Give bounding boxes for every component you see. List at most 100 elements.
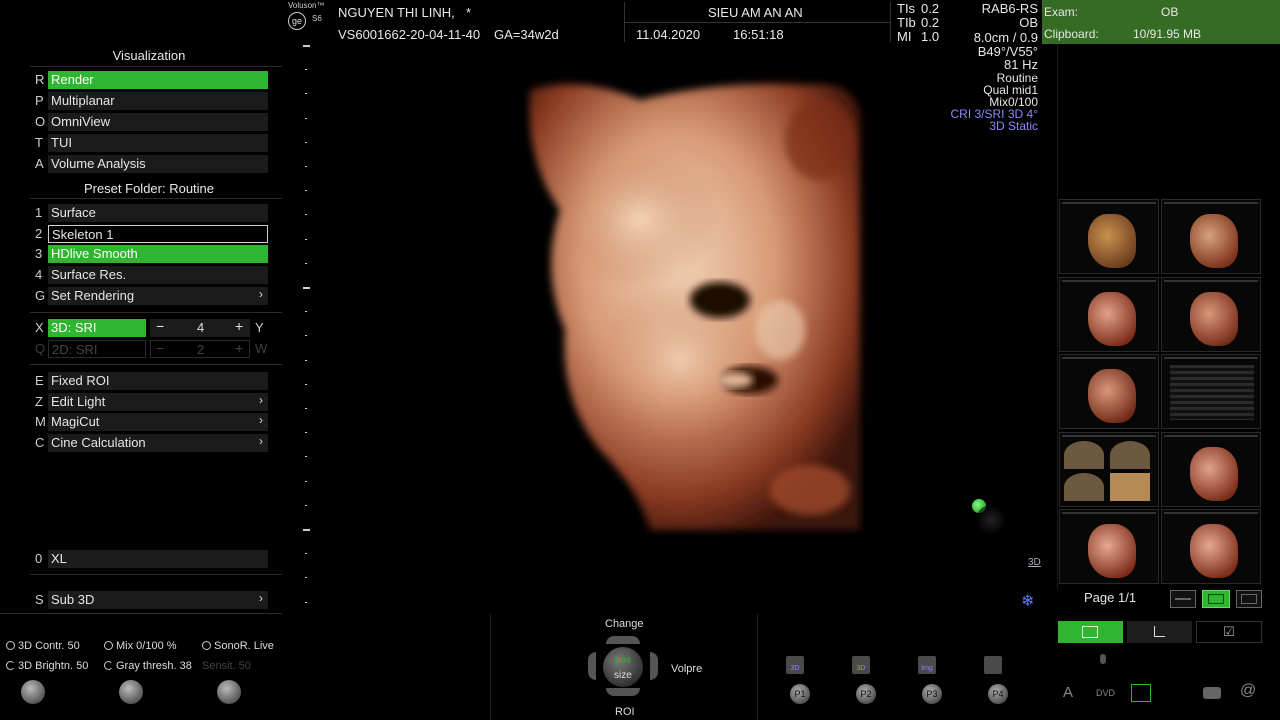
thumbnail-image[interactable] bbox=[1059, 199, 1159, 274]
menu-row-hdlive-smooth[interactable]: 3 HDlive Smooth bbox=[30, 245, 282, 264]
dvd-icon[interactable]: DVD bbox=[1096, 688, 1115, 698]
sub3d-button[interactable]: Sub 3D › bbox=[48, 591, 268, 609]
snowflake-icon[interactable]: ❄ bbox=[1021, 591, 1034, 611]
menu-button[interactable]: Cine Calculation › bbox=[48, 434, 268, 453]
save-icon[interactable]: Img bbox=[918, 656, 936, 674]
menu-button[interactable]: Render bbox=[48, 71, 268, 89]
p1-button[interactable]: P1 bbox=[790, 684, 810, 704]
menu-button[interactable]: Multiplanar bbox=[48, 92, 268, 110]
clipboard-value: 10/91.95 MB bbox=[1133, 27, 1202, 41]
menu-row-edit-light[interactable]: Z Edit Light › bbox=[30, 392, 282, 411]
xl-row[interactable]: 0 XL bbox=[30, 550, 282, 568]
minus-icon[interactable]: − bbox=[156, 318, 164, 334]
render-volume-image[interactable] bbox=[520, 70, 870, 540]
sri-3d-row[interactable]: X 3D: SRI − 4 + Y bbox=[30, 318, 282, 337]
network-icon[interactable] bbox=[1131, 684, 1151, 702]
menu-button[interactable]: Skeleton 1 bbox=[48, 224, 268, 243]
shortcut-key: A bbox=[35, 156, 44, 171]
menu-row-multiplanar[interactable]: P Multiplanar bbox=[30, 92, 282, 110]
menu-button[interactable]: TUI bbox=[48, 134, 268, 152]
menu-button[interactable]: Volume Analysis bbox=[48, 155, 268, 173]
thumbnail-image[interactable] bbox=[1059, 509, 1159, 584]
control-0[interactable]: 3D Contr. 50 bbox=[6, 640, 80, 652]
ruler-tick bbox=[305, 311, 307, 313]
patient-id: VS6001662-20-04-11-40 bbox=[338, 27, 481, 42]
checklist-button[interactable]: ☑ bbox=[1196, 621, 1262, 643]
thumbnail-image[interactable] bbox=[1161, 354, 1261, 429]
menu-button[interactable]: MagiCut › bbox=[48, 413, 268, 432]
menu-button[interactable]: HDlive Smooth bbox=[48, 245, 268, 264]
chart-view-button[interactable] bbox=[1127, 621, 1192, 643]
control-4[interactable]: Gray thresh. 38 bbox=[104, 660, 192, 672]
layout-3x3-button[interactable] bbox=[1236, 590, 1262, 608]
menu-button[interactable]: Set Rendering › bbox=[48, 286, 268, 305]
menu-button[interactable]: OmniView bbox=[48, 113, 268, 131]
sonor-knob[interactable] bbox=[217, 680, 241, 704]
shortcut-key: 2 bbox=[35, 225, 43, 241]
menu-button[interactable]: Surface Res. bbox=[48, 266, 268, 285]
sri-3d-stepper[interactable]: − 4 + bbox=[150, 318, 250, 337]
mix-knob[interactable] bbox=[119, 680, 143, 704]
xl-button[interactable]: XL bbox=[48, 550, 268, 568]
ruler-tick bbox=[305, 93, 307, 95]
shortcut-key: 4 bbox=[35, 267, 43, 283]
sri-3d-value: 4 bbox=[197, 320, 205, 335]
ruler-tick bbox=[305, 480, 307, 482]
thumbnail-image[interactable] bbox=[1059, 354, 1159, 429]
control-label: Mix 0/100 % bbox=[116, 640, 177, 652]
save-icon[interactable]: 3D bbox=[786, 656, 804, 674]
sri-3d-button[interactable]: 3D: SRI bbox=[48, 319, 146, 337]
control-3[interactable]: 3D Brightn. 50 bbox=[6, 660, 88, 672]
p3-button[interactable]: P3 bbox=[922, 684, 942, 704]
menu-row-skeleton-1[interactable]: 2 Skeleton 1 bbox=[30, 224, 282, 243]
menu-button[interactable]: Surface bbox=[48, 204, 268, 222]
menu-row-render[interactable]: R Render bbox=[30, 71, 282, 89]
control-5[interactable]: Sensit. 50 bbox=[202, 660, 251, 672]
control-2[interactable]: SonoR. Live bbox=[202, 640, 274, 652]
menu-button[interactable]: Fixed ROI bbox=[48, 372, 268, 390]
plus-icon[interactable]: + bbox=[235, 318, 243, 334]
ruler-tick bbox=[305, 432, 307, 434]
annotation-icon[interactable]: A bbox=[1063, 684, 1073, 701]
trackball-control[interactable] bbox=[588, 636, 658, 696]
sub3d-row[interactable]: S Sub 3D › bbox=[30, 591, 282, 609]
menu-row-surface[interactable]: 1 Surface bbox=[30, 204, 282, 222]
thumbnail-image[interactable] bbox=[1161, 276, 1261, 352]
volpre-label: Volpre bbox=[671, 663, 703, 675]
save-icon[interactable]: 3D bbox=[852, 656, 870, 674]
menu-row-magicut[interactable]: M MagiCut › bbox=[30, 413, 282, 432]
radio-icon bbox=[104, 641, 113, 650]
thumbnail-image[interactable] bbox=[1161, 199, 1261, 274]
sri-2d-button: 2D: SRI bbox=[48, 340, 146, 358]
menu-row-surface-res[interactable]: 4 Surface Res. bbox=[30, 266, 282, 285]
p2-button[interactable]: P2 bbox=[856, 684, 876, 704]
shortcut-key: 1 bbox=[35, 205, 43, 220]
menu-row-cine-calculation[interactable]: C Cine Calculation › bbox=[30, 434, 282, 453]
thumbnail-image[interactable] bbox=[1161, 431, 1261, 507]
thumbnail-face bbox=[1190, 291, 1238, 346]
shortcut-key: O bbox=[35, 114, 46, 129]
layout-1x1-button[interactable] bbox=[1170, 590, 1196, 608]
save-icon[interactable] bbox=[984, 656, 1002, 674]
menu-row-set-rendering[interactable]: G Set Rendering › bbox=[30, 286, 282, 305]
control-1[interactable]: Mix 0/100 % bbox=[104, 640, 177, 652]
contrast-knob[interactable] bbox=[21, 680, 45, 704]
chevron-right-icon: › bbox=[259, 591, 263, 605]
thumbnail-image[interactable] bbox=[1161, 509, 1261, 584]
thumbnail-image[interactable] bbox=[1059, 276, 1159, 352]
email-icon[interactable]: @ bbox=[1240, 682, 1256, 700]
grid-view-button[interactable] bbox=[1058, 621, 1123, 643]
p4-button[interactable]: P4 bbox=[988, 684, 1008, 704]
menu-row-tui[interactable]: T TUI bbox=[30, 134, 282, 152]
ruler-tick bbox=[305, 335, 307, 337]
thumbnail-image[interactable] bbox=[1059, 431, 1159, 507]
bottom-divider bbox=[757, 614, 758, 720]
printer-icon[interactable] bbox=[1203, 687, 1221, 699]
menu-button[interactable]: Edit Light › bbox=[48, 392, 268, 411]
menu-row-fixed-roi[interactable]: E Fixed ROI bbox=[30, 372, 282, 390]
ruler-tick bbox=[305, 553, 307, 555]
menu-label: HDlive Smooth bbox=[51, 246, 138, 262]
menu-row-omniview[interactable]: O OmniView bbox=[30, 113, 282, 131]
menu-row-volume-analysis[interactable]: A Volume Analysis bbox=[30, 155, 282, 173]
layout-2x3-button[interactable] bbox=[1202, 590, 1230, 608]
